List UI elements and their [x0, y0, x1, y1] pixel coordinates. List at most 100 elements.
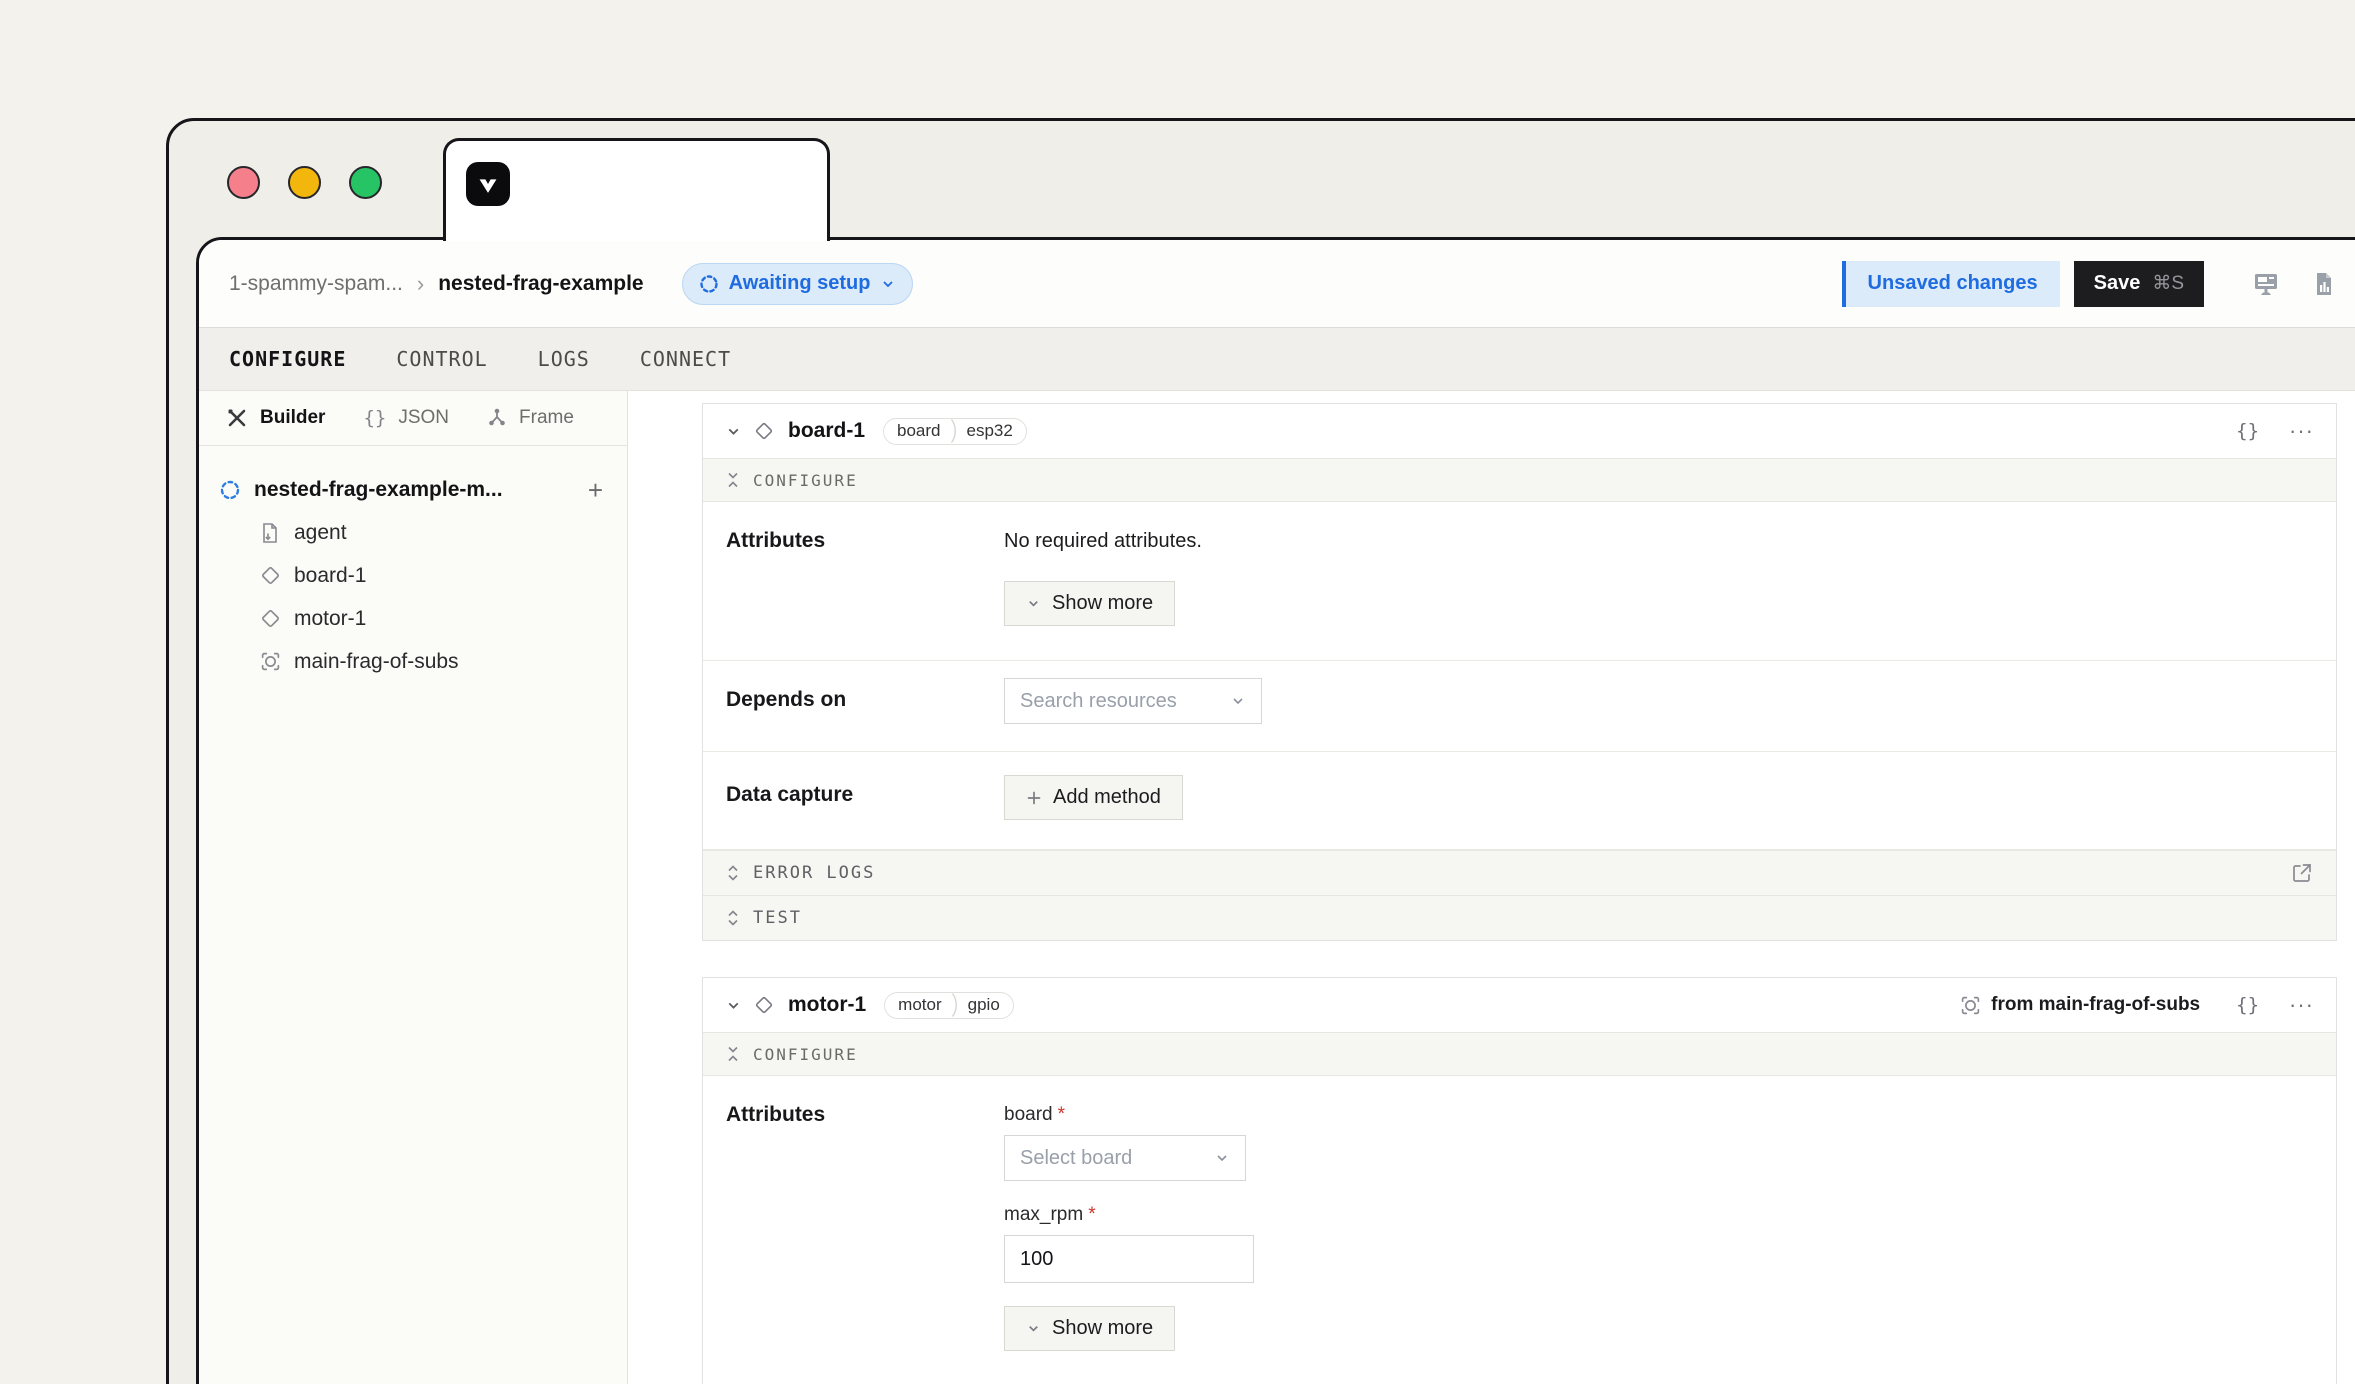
- show-more-label: Show more: [1052, 1317, 1153, 1340]
- depends-on-select[interactable]: Search resources: [1004, 678, 1262, 724]
- code-braces-button[interactable]: {}: [2236, 420, 2259, 442]
- minimize-window-button[interactable]: [288, 166, 321, 199]
- page: 1-spammy-spam... › nested-frag-example A…: [0, 0, 2355, 1384]
- mode-frame-label: Frame: [519, 407, 574, 429]
- error-logs-section[interactable]: ERROR LOGS: [703, 850, 2336, 895]
- expand-vertical-icon: [726, 865, 740, 881]
- tab-connect[interactable]: CONNECT: [640, 347, 731, 371]
- attributes-row: Attributes No required attributes. Show …: [703, 502, 2336, 661]
- add-method-button[interactable]: Add method: [1004, 775, 1183, 820]
- fragment-source: from main-frag-of-subs: [1960, 994, 2200, 1016]
- external-link-icon[interactable]: [2291, 862, 2313, 884]
- app-header: 1-spammy-spam... › nested-frag-example A…: [199, 240, 2355, 327]
- data-document-icon[interactable]: [2302, 262, 2346, 306]
- badge-divider: [950, 418, 958, 444]
- card-header: board-1 board esp32 {} ···: [703, 404, 2336, 458]
- save-shortcut: ⌘S: [2152, 272, 2184, 295]
- tab-logs[interactable]: LOGS: [538, 347, 590, 371]
- browser-window: 1-spammy-spam... › nested-frag-example A…: [166, 118, 2355, 1384]
- breadcrumb-separator: ›: [417, 271, 424, 297]
- board-select[interactable]: Select board: [1004, 1135, 1246, 1181]
- chevron-down-icon: [1230, 693, 1246, 709]
- diamond-icon: [754, 995, 774, 1015]
- chevron-down-icon: [880, 276, 896, 292]
- mode-builder[interactable]: Builder: [226, 407, 325, 429]
- field-label-text: board: [1004, 1104, 1053, 1125]
- file-icon: [258, 522, 282, 544]
- main-panel: board-1 board esp32 {} ···: [628, 391, 2355, 1384]
- tree-item-motor-1[interactable]: motor-1: [199, 597, 627, 640]
- add-method-label: Add method: [1053, 786, 1161, 809]
- data-capture-label: Data capture: [703, 752, 1004, 849]
- status-badge[interactable]: Awaiting setup: [682, 263, 914, 305]
- card-motor-1: motor-1 motor gpio: [702, 977, 2337, 1384]
- attributes-row: Attributes board* Select board: [703, 1076, 2336, 1384]
- attributes-label: Attributes: [703, 1076, 1004, 1384]
- save-button[interactable]: Save ⌘S: [2074, 261, 2204, 307]
- select-placeholder: Select board: [1020, 1147, 1132, 1170]
- nav-tab-bar: CONFIGURE CONTROL LOGS CONNECT: [199, 327, 2355, 391]
- expand-vertical-icon: [726, 910, 740, 926]
- collapse-chevron-icon[interactable]: [725, 997, 742, 1014]
- tab-configure[interactable]: CONFIGURE: [229, 347, 346, 371]
- section-label: CONFIGURE: [753, 1045, 858, 1064]
- frame-axes-icon: [487, 408, 507, 428]
- maximize-window-button[interactable]: [349, 166, 382, 199]
- awaiting-spinner-icon: [218, 479, 242, 501]
- save-label: Save: [2094, 272, 2141, 295]
- depends-on-row: Depends on Search resources: [703, 661, 2336, 752]
- plus-icon: [1026, 790, 1042, 806]
- select-placeholder: Search resources: [1020, 690, 1177, 713]
- close-window-button[interactable]: [227, 166, 260, 199]
- card-more-button[interactable]: ···: [2289, 992, 2314, 1018]
- header-actions: Unsaved changes Save ⌘S: [1842, 240, 2355, 327]
- sidebar: Builder {} JSON: [199, 391, 628, 1384]
- tree-item-label: motor-1: [294, 607, 366, 631]
- mode-json[interactable]: {} JSON: [363, 407, 449, 429]
- collapse-vertical-icon: [726, 1046, 740, 1062]
- error-logs-label: ERROR LOGS: [753, 863, 875, 883]
- tree-item-board-1[interactable]: board-1: [199, 554, 627, 597]
- viam-logo: [466, 162, 510, 206]
- field-label-text: max_rpm: [1004, 1204, 1083, 1225]
- traffic-lights: [227, 166, 382, 199]
- tree-item-label: board-1: [294, 564, 366, 588]
- badge-divider: [951, 992, 959, 1018]
- max-rpm-field-label: max_rpm*: [1004, 1204, 2336, 1226]
- code-braces-button[interactable]: {}: [2236, 994, 2259, 1016]
- app-window: 1-spammy-spam... › nested-frag-example A…: [196, 237, 2355, 1384]
- required-asterisk: *: [1088, 1204, 1095, 1225]
- depends-on-label: Depends on: [703, 661, 1004, 751]
- breadcrumb-machine[interactable]: nested-frag-example: [438, 272, 643, 296]
- configure-section-header[interactable]: CONFIGURE: [703, 1032, 2336, 1076]
- mode-frame[interactable]: Frame: [487, 407, 574, 429]
- card-more-button[interactable]: ···: [2289, 418, 2314, 444]
- machine-page-icon[interactable]: [2244, 262, 2288, 306]
- tools-icon: [226, 407, 248, 429]
- collapse-chevron-icon[interactable]: [725, 423, 742, 440]
- diamond-icon: [258, 565, 282, 586]
- tree-item-machine[interactable]: nested-frag-example-m... +: [199, 468, 627, 511]
- tree-item-label: main-frag-of-subs: [294, 650, 459, 674]
- attributes-label: Attributes: [703, 502, 1004, 660]
- add-resource-button[interactable]: +: [588, 477, 603, 503]
- tab-control[interactable]: CONTROL: [396, 347, 487, 371]
- chevron-down-icon: [1026, 596, 1041, 611]
- sidebar-mode-tabs: Builder {} JSON: [199, 391, 627, 446]
- test-section[interactable]: TEST: [703, 895, 2336, 940]
- show-more-button[interactable]: Show more: [1004, 581, 1175, 626]
- model-label: gpio: [968, 995, 1000, 1015]
- browser-tab[interactable]: [443, 138, 830, 241]
- breadcrumb-org[interactable]: 1-spammy-spam...: [229, 272, 403, 296]
- fragment-icon: [258, 651, 282, 672]
- board-field-group: board* Select board: [1004, 1104, 2336, 1181]
- data-capture-row: Data capture Add method: [703, 752, 2336, 850]
- show-more-button[interactable]: Show more: [1004, 1306, 1175, 1351]
- fragment-source-label: from main-frag-of-subs: [1991, 994, 2200, 1016]
- tree-item-agent[interactable]: agent: [199, 511, 627, 554]
- max-rpm-input[interactable]: [1004, 1235, 1254, 1283]
- resource-tree: nested-frag-example-m... + agent: [199, 446, 627, 683]
- configure-section-header[interactable]: CONFIGURE: [703, 458, 2336, 502]
- awaiting-spinner-icon: [699, 274, 719, 294]
- tree-item-main-frag-of-subs[interactable]: main-frag-of-subs: [199, 640, 627, 683]
